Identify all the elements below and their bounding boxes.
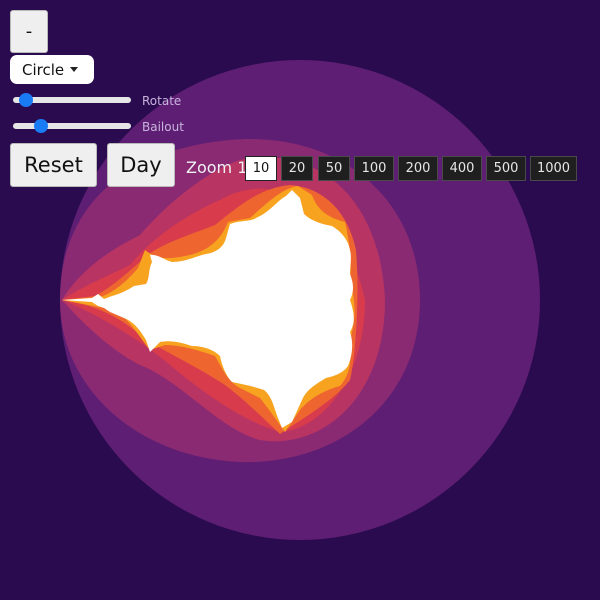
bailout-slider-thumb[interactable]	[34, 119, 48, 133]
fractal-canvas[interactable]	[0, 0, 600, 600]
rotate-slider[interactable]	[13, 93, 131, 107]
reset-button[interactable]: Reset	[10, 143, 97, 187]
zoom-option-100[interactable]: 100	[354, 156, 394, 181]
caret-down-icon	[70, 67, 78, 72]
zoom-option-400[interactable]: 400	[442, 156, 482, 181]
zoom-option-10[interactable]: 10	[245, 156, 277, 181]
zoom-label: Zoom 1	[186, 158, 248, 177]
zoom-option-500[interactable]: 500	[486, 156, 526, 181]
zoom-option-50[interactable]: 50	[318, 156, 350, 181]
zoom-option-1000[interactable]: 1000	[530, 156, 577, 181]
zoom-option-20[interactable]: 20	[281, 156, 313, 181]
rotate-slider-thumb[interactable]	[19, 93, 33, 107]
zoom-option-200[interactable]: 200	[398, 156, 438, 181]
day-button[interactable]: Day	[107, 143, 175, 187]
collapse-button[interactable]: -	[10, 10, 48, 53]
rotate-label: Rotate	[142, 94, 182, 108]
shape-select-value: Circle	[22, 60, 65, 79]
bailout-label: Bailout	[142, 120, 184, 134]
shape-select[interactable]: Circle	[10, 55, 94, 84]
bailout-slider[interactable]	[13, 119, 131, 133]
